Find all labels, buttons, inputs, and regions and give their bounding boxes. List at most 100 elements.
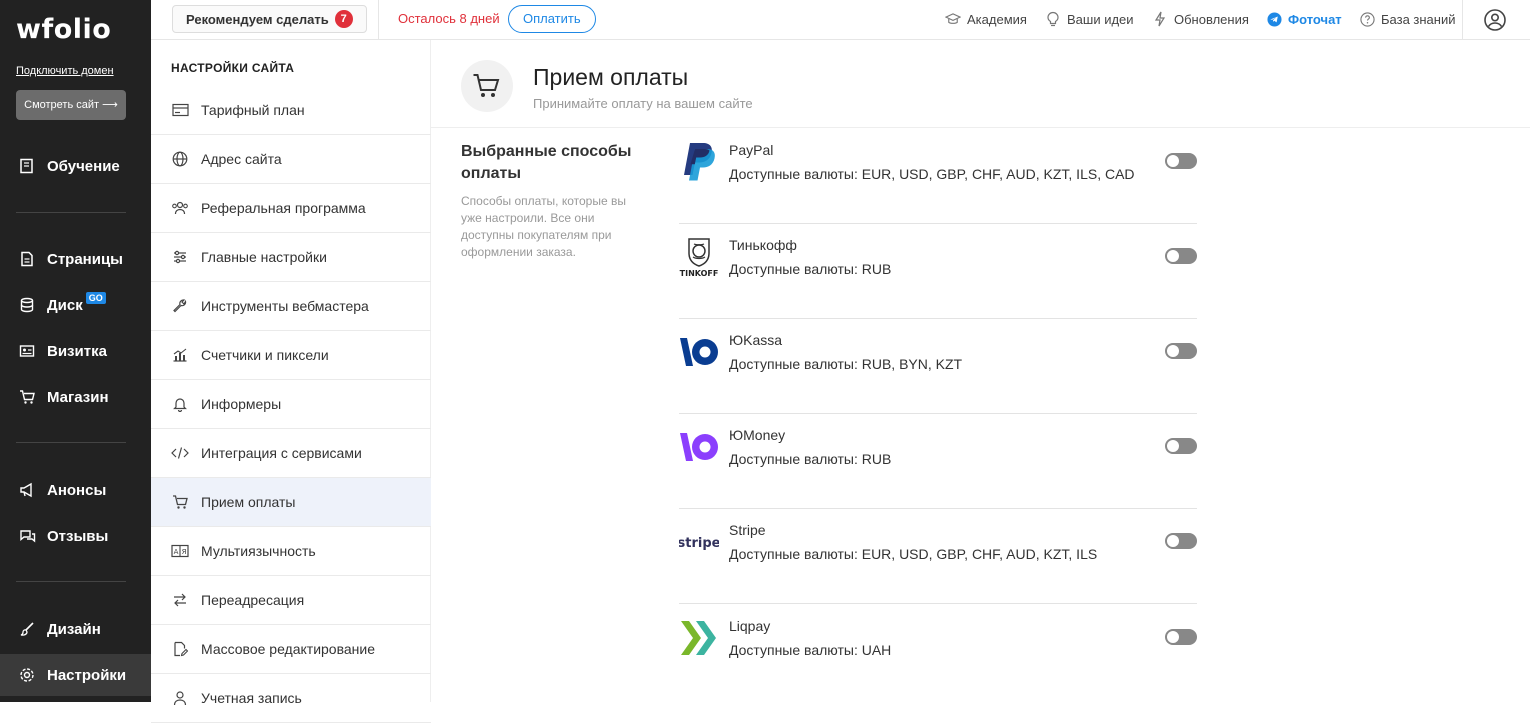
settings-item-redirect[interactable]: Переадресация [151,576,431,625]
settings-item-tariff[interactable]: Тарифный план [151,86,431,135]
payment-method-yoomoney: ЮMoney Доступные валюты: RUB [679,414,1197,509]
updates-link[interactable]: Обновления [1152,11,1249,27]
settings-item-label: Прием оплаты [201,494,296,510]
payment-method-name: Stripe [729,522,766,538]
sidebar-item-label: Магазин [47,388,109,406]
settings-item-label: Учетная запись [201,690,302,706]
payment-toggle[interactable] [1165,438,1197,454]
payment-method-currencies: Доступные валюты: RUB [729,261,892,277]
user-account-icon[interactable] [1483,8,1507,32]
payment-method-tinkoff: TINKOFF Тинькофф Доступные валюты: RUB [679,224,1197,319]
settings-item-label: Информеры [201,396,282,412]
academy-link[interactable]: Академия [945,11,1027,27]
payment-method-name: Тинькофф [729,237,797,253]
settings-item-label: Интеграция с сервисами [201,445,362,461]
sidebar-item-label: Обучение [47,157,120,175]
settings-item-webmaster[interactable]: Инструменты вебмастера [151,282,431,331]
payment-method-name: ЮMoney [729,427,786,443]
language-icon: AЯ [171,542,189,560]
liqpay-logo [679,616,719,660]
logo[interactable]: wfolio [16,14,111,45]
top-bar: Рекомендуем сделать 7 Осталось 8 дней Оп… [151,0,1530,40]
tinkoff-logo: TINKOFF [679,235,719,279]
settings-item-account[interactable]: Учетная запись [151,674,431,723]
chat-icon [18,527,36,545]
cart-icon [18,388,36,406]
sidebar-divider [16,442,126,443]
sidebar-item-settings[interactable]: Настройки [0,654,151,696]
payment-toggle[interactable] [1165,248,1197,264]
credit-card-icon [171,101,189,119]
edit-file-icon [171,640,189,658]
settings-item-label: Инструменты вебмастера [201,298,369,314]
sidebar-item-design[interactable]: Дизайн [0,608,151,650]
disk-icon [18,296,36,314]
sidebar-item-pages[interactable]: Страницы [0,238,151,280]
pay-button[interactable]: Оплатить [508,5,596,33]
lightbulb-icon [1045,11,1061,27]
gear-icon [18,666,36,684]
sidebar-item-label: Диск [47,296,83,314]
graduation-cap-icon [945,11,961,27]
payment-method-currencies: Доступные валюты: EUR, USD, GBP, CHF, AU… [729,166,1135,182]
settings-menu: НАСТРОЙКИ САЙТА Тарифный план Адрес сайт… [151,40,431,723]
yookassa-logo [679,330,719,374]
sidebar-item-label: Визитка [47,342,107,360]
settings-item-label: Переадресация [201,592,305,608]
payment-toggle[interactable] [1165,153,1197,169]
cart-icon [461,60,513,112]
sidebar-item-card[interactable]: Визитка [0,330,151,372]
payment-method-name: PayPal [729,142,774,158]
globe-icon [171,150,189,168]
payment-toggle[interactable] [1165,533,1197,549]
megaphone-icon [18,481,36,499]
view-site-button[interactable]: Смотреть сайт ⟶ [16,90,126,120]
settings-item-multilang[interactable]: AЯ Мультиязычность [151,527,431,576]
sidebar-divider [16,212,126,213]
top-divider [378,0,379,40]
question-icon [1359,11,1375,27]
settings-item-payment[interactable]: Прием оплаты [151,478,431,527]
arrows-icon [171,591,189,609]
book-icon [18,157,36,175]
page-title: Прием оплаты [533,64,689,90]
settings-item-integration[interactable]: Интеграция с сервисами [151,429,431,478]
recommend-count-badge: 7 [334,10,353,28]
settings-item-bulk-edit[interactable]: Массовое редактирование [151,625,431,674]
settings-item-label: Массовое редактирование [201,641,376,657]
settings-item-label: Счетчики и пиксели [201,347,329,363]
settings-item-counters[interactable]: Счетчики и пиксели [151,331,431,380]
lightning-icon [1152,11,1168,27]
settings-item-referral[interactable]: Реферальная программа [151,184,431,233]
sidebar-item-learning[interactable]: Обучение [0,145,151,187]
ideas-link[interactable]: Ваши идеи [1045,11,1134,27]
payment-method-currencies: Доступные валюты: RUB, BYN, KZT [729,356,963,372]
sidebar-item-disk[interactable]: Диск GO [0,284,151,326]
payment-method-stripe: stripe Stripe Доступные валюты: EUR, USD… [679,509,1197,604]
photochat-link[interactable]: Фоточат [1266,11,1342,27]
header-divider [431,127,1530,128]
payment-toggle[interactable] [1165,343,1197,359]
payment-method-paypal: PayPal Доступные валюты: EUR, USD, GBP, … [679,129,1197,224]
knowledge-base-link[interactable]: База знаний [1359,11,1456,27]
sidebar-item-reviews[interactable]: Отзывы [0,515,151,557]
paypal-logo [679,140,719,184]
top-divider [1462,0,1463,40]
settings-item-label: Мультиязычность [201,543,316,559]
sidebar-item-label: Анонсы [47,481,107,499]
telegram-icon [1266,11,1282,27]
sidebar-item-label: Страницы [47,250,123,268]
section-title: Выбранные способы оплаты [461,143,632,182]
settings-item-address[interactable]: Адрес сайта [151,135,431,184]
sidebar-item-announcements[interactable]: Анонсы [0,469,151,511]
settings-item-informers[interactable]: Информеры [151,380,431,429]
section-description: Способы оплаты, которые вы уже настроили… [461,194,626,259]
sidebar-item-shop[interactable]: Магазин [0,376,151,418]
payment-method-name: ЮKassa [729,332,783,348]
days-left-text: Осталось 8 дней [398,11,500,26]
connect-domain-link[interactable]: Подключить домен [16,65,114,77]
payment-toggle[interactable] [1165,629,1197,645]
payment-method-yookassa: ЮKassa Доступные валюты: RUB, BYN, KZT [679,319,1197,414]
settings-item-main[interactable]: Главные настройки [151,233,431,282]
recommend-button[interactable]: Рекомендуем сделать 7 [172,5,367,33]
